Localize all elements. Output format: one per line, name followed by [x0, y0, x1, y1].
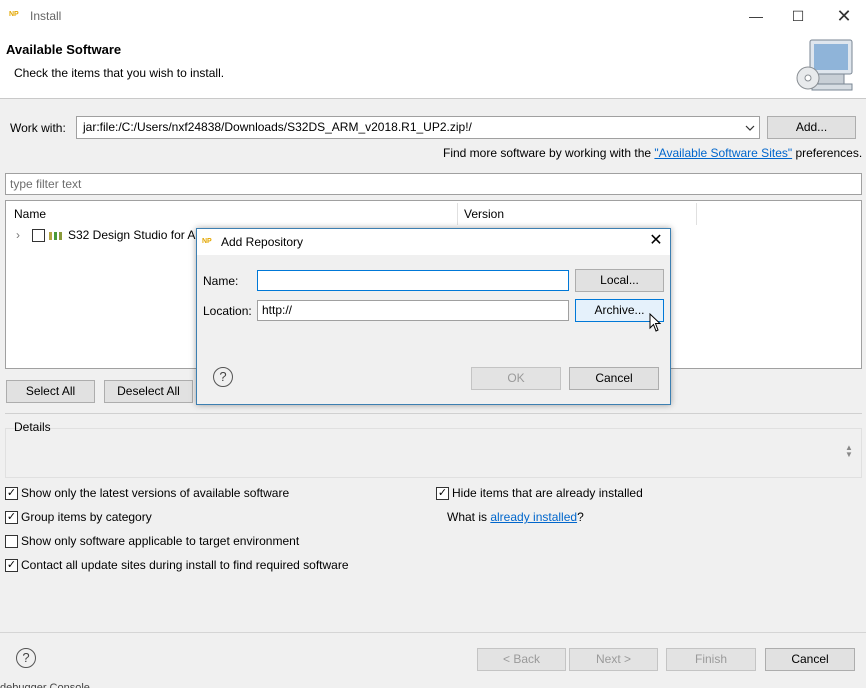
feature-group-icon	[49, 230, 63, 240]
console-tab-label: debugger Console	[0, 682, 90, 688]
cancel-button[interactable]: Cancel	[765, 648, 855, 671]
dialog-help-icon[interactable]: ?	[213, 367, 233, 387]
option-hide-installed[interactable]: ✓ Hide items that are already installed	[436, 486, 816, 502]
column-header-name[interactable]: Name	[14, 207, 46, 221]
chevron-down-icon[interactable]	[745, 122, 755, 132]
find-more-prefix: Find more software by working with the	[443, 146, 655, 160]
dialog-title: Add Repository	[221, 235, 304, 249]
work-with-value: jar:file:/C:/Users/nxf24838/Downloads/S3…	[83, 120, 472, 134]
page-title: Available Software	[6, 42, 122, 57]
find-more-text: Find more software by working with the "…	[443, 146, 862, 160]
checkbox-group-by-category[interactable]: ✓	[5, 511, 18, 524]
finish-button[interactable]: Finish	[666, 648, 756, 671]
details-text-area	[5, 428, 862, 478]
option-label: Group items by category	[21, 510, 152, 524]
option-label: Hide items that are already installed	[452, 486, 643, 500]
close-icon[interactable]: ✕	[647, 232, 665, 250]
option-label: Show only software applicable to target …	[21, 534, 300, 548]
what-is-prefix: What is	[447, 510, 491, 524]
checkbox-contact-update-sites[interactable]: ✓	[5, 559, 18, 572]
help-icon[interactable]: ?	[16, 648, 36, 668]
table-row-label: S32 Design Studio for AR	[68, 228, 205, 242]
already-installed-link[interactable]: already installed	[490, 510, 577, 524]
option-group-by-category[interactable]: ✓ Group items by category	[5, 510, 385, 526]
name-label: Name:	[203, 274, 239, 288]
select-all-button[interactable]: Select All	[6, 380, 95, 403]
option-label: Contact all update sites during install …	[21, 558, 349, 572]
filter-input[interactable]: type filter text	[5, 173, 862, 195]
option-contact-update-sites[interactable]: ✓ Contact all update sites during instal…	[5, 558, 425, 574]
name-input[interactable]	[257, 270, 569, 291]
column-separator	[696, 203, 697, 225]
column-separator	[457, 203, 458, 225]
details-label: Details	[14, 420, 51, 434]
dialog-titlebar: NP Add Repository ✕	[197, 229, 670, 255]
app-logo-icon: NP	[9, 11, 19, 18]
footer-divider	[0, 632, 866, 633]
local-button[interactable]: Local...	[575, 269, 664, 292]
checkbox-latest-versions[interactable]: ✓	[5, 487, 18, 500]
what-is-suffix: ?	[577, 510, 584, 524]
checkbox-hide-installed[interactable]: ✓	[436, 487, 449, 500]
add-site-button[interactable]: Add...	[767, 116, 856, 139]
work-with-combo[interactable]: jar:file:/C:/Users/nxf24838/Downloads/S3…	[76, 116, 760, 139]
minimize-icon[interactable]: —	[744, 5, 768, 27]
option-applicable-only[interactable]: Show only software applicable to target …	[5, 534, 385, 550]
location-label: Location:	[203, 304, 252, 318]
dialog-logo-icon: NP	[202, 238, 212, 245]
close-window-icon[interactable]: ✕	[832, 5, 856, 27]
location-input[interactable]: http://	[257, 300, 569, 321]
work-with-label: Work with:	[10, 121, 66, 135]
back-button[interactable]: < Back	[477, 648, 566, 671]
window-title: Install	[30, 9, 62, 23]
add-repository-dialog: NP Add Repository ✕ Name: Local... Locat…	[196, 228, 671, 405]
deselect-all-button[interactable]: Deselect All	[104, 380, 193, 403]
checkbox-applicable-only[interactable]	[5, 535, 18, 548]
chevron-right-icon[interactable]: ›	[16, 228, 26, 242]
mouse-cursor-icon	[649, 312, 663, 333]
ok-button[interactable]: OK	[471, 367, 561, 390]
option-label: Show only the latest versions of availab…	[21, 486, 290, 500]
page-description: Check the items that you wish to install…	[14, 66, 225, 80]
option-latest-versions[interactable]: ✓ Show only the latest versions of avail…	[5, 486, 385, 502]
window-titlebar	[0, 0, 866, 33]
available-sites-link[interactable]: "Available Software Sites"	[654, 146, 792, 160]
row-checkbox[interactable]	[32, 229, 45, 242]
what-is-installed-text: What is already installed?	[447, 510, 584, 524]
dialog-cancel-button[interactable]: Cancel	[569, 367, 659, 390]
column-header-version[interactable]: Version	[464, 207, 504, 221]
scroll-arrows-icon[interactable]: ▲ ▼	[845, 444, 855, 459]
next-button[interactable]: Next >	[569, 648, 658, 671]
maximize-icon[interactable]: ☐	[786, 5, 810, 27]
find-more-suffix: preferences.	[792, 146, 863, 160]
install-computer-icon	[796, 38, 856, 94]
